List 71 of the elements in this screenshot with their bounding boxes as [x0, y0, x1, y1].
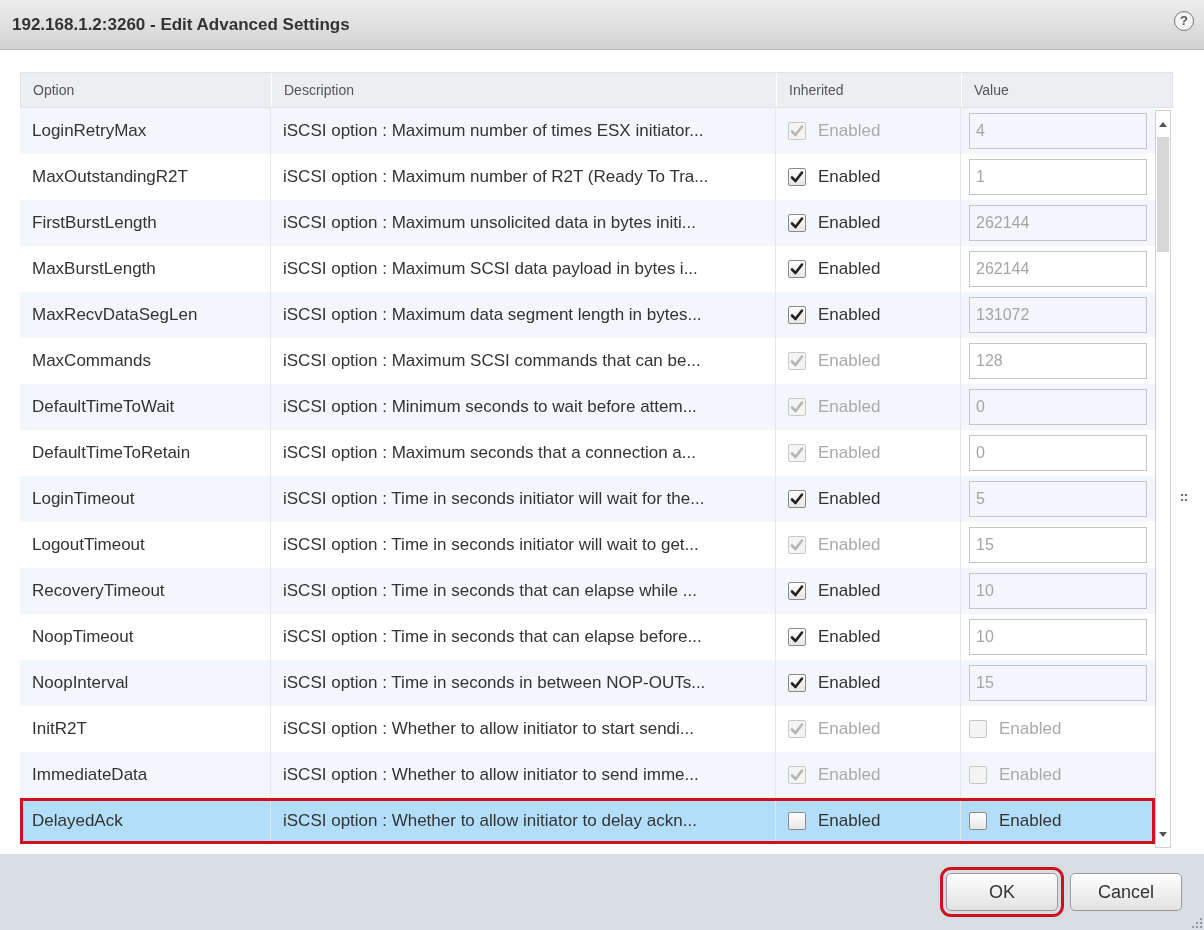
- checkmark-icon: [789, 491, 805, 507]
- checkbox[interactable]: Enabled: [788, 673, 881, 693]
- option-description: iSCSI option : Maximum data segment length in bytes...: [283, 305, 702, 325]
- option-description: iSCSI option : Maximum unsolicited data in bytes initi...: [283, 213, 696, 233]
- table-row[interactable]: DelayedAck iSCSI option : Whether to allow initiator to delay ackn... Enabled Enabled: [20, 798, 1155, 844]
- checkbox[interactable]: Enabled: [969, 811, 1062, 831]
- checkmark-icon: [789, 399, 805, 415]
- option-description: iSCSI option : Maximum number of times ESX initiator...: [283, 121, 704, 141]
- option-name: NoopInterval: [32, 673, 129, 693]
- option-description: iSCSI option : Time in seconds initiator will wait to get...: [283, 535, 699, 555]
- checkmark-icon: [789, 721, 805, 737]
- option-name: LoginTimeout: [32, 489, 135, 509]
- checkbox[interactable]: Enabled: [788, 213, 881, 233]
- help-icon[interactable]: ?: [1174, 10, 1194, 31]
- option-description: iSCSI option : Time in seconds initiator will wait for the...: [283, 489, 705, 509]
- resize-grip-icon[interactable]: [1192, 918, 1202, 928]
- dialog-title: 192.168.1.2:3260 - Edit Advanced Settings: [12, 14, 350, 35]
- checkmark-icon: [789, 261, 805, 277]
- checkmark-icon: [789, 169, 805, 185]
- option-name: LoginRetryMax: [32, 121, 147, 141]
- checkmark-icon: [789, 123, 805, 139]
- option-name: InitR2T: [32, 719, 87, 739]
- checkbox[interactable]: Enabled: [788, 167, 881, 187]
- option-name: DefaultTimeToRetain: [32, 443, 191, 463]
- option-name: MaxRecvDataSegLen: [32, 305, 198, 325]
- checkbox[interactable]: Enabled: [788, 489, 881, 509]
- option-description: iSCSI option : Maximum SCSI data payload in bytes i...: [283, 259, 698, 279]
- checkbox[interactable]: Enabled: [788, 581, 881, 601]
- column-header: Option: [32, 81, 76, 100]
- checkmark-icon: [789, 675, 805, 691]
- option-description: iSCSI option : Minimum seconds to wait before attem...: [283, 397, 697, 417]
- scroll-down-icon[interactable]: [1159, 831, 1167, 837]
- checkmark-icon: [789, 537, 805, 553]
- checkmark-icon: [789, 307, 805, 323]
- option-description: iSCSI option : Whether to allow initiator to delay ackn...: [283, 811, 697, 831]
- checkbox[interactable]: Enabled: [788, 259, 881, 279]
- option-description: iSCSI option : Whether to allow initiator to send imme...: [283, 765, 699, 785]
- checkmark-icon: [789, 767, 805, 783]
- column-header: Description: [271, 73, 776, 107]
- option-description: iSCSI option : Whether to allow initiator to start sendi...: [283, 719, 695, 739]
- checkmark-icon: [789, 353, 805, 369]
- option-name: NoopTimeout: [32, 627, 134, 647]
- option-name: LogoutTimeout: [32, 535, 145, 555]
- checkbox[interactable]: Enabled: [788, 811, 881, 831]
- option-name: MaxCommands: [32, 351, 152, 371]
- option-description: iSCSI option : Maximum seconds that a connection a...: [283, 443, 696, 463]
- option-name: FirstBurstLength: [32, 213, 157, 233]
- checkbox[interactable]: Enabled: [788, 305, 881, 325]
- scrollbar-thumb[interactable]: [1157, 137, 1169, 252]
- checkmark-icon: [789, 445, 805, 461]
- option-description: iSCSI option : Time in seconds that can elapse while ...: [283, 581, 697, 601]
- checkmark-icon: [789, 629, 805, 645]
- option-description: iSCSI option : Time in seconds that can elapse before...: [283, 627, 702, 647]
- checkmark-icon: [789, 583, 805, 599]
- column-header: Value: [961, 73, 1172, 107]
- checkmark-icon: [789, 215, 805, 231]
- option-name: ImmediateData: [32, 765, 148, 785]
- column-header: Inherited: [776, 73, 961, 107]
- option-description: iSCSI option : Maximum SCSI commands that can be...: [283, 351, 701, 371]
- option-name: MaxOutstandingR2T: [32, 167, 188, 187]
- scrollbar[interactable]: [1155, 110, 1171, 848]
- option-description: iSCSI option : Maximum number of R2T (Ready To Tra...: [283, 167, 709, 187]
- option-description: iSCSI option : Time in seconds in between NOP-OUTs...: [283, 673, 706, 693]
- option-name: DelayedAck: [32, 811, 123, 831]
- splitter-handle-icon[interactable]: [1181, 494, 1187, 502]
- checkbox[interactable]: Enabled: [788, 627, 881, 647]
- scroll-up-icon[interactable]: [1159, 121, 1167, 127]
- option-name: RecoveryTimeout: [32, 581, 165, 601]
- option-name: MaxBurstLength: [32, 259, 156, 279]
- option-name: DefaultTimeToWait: [32, 397, 175, 417]
- cancel-button[interactable]: Cancel: [1070, 873, 1182, 911]
